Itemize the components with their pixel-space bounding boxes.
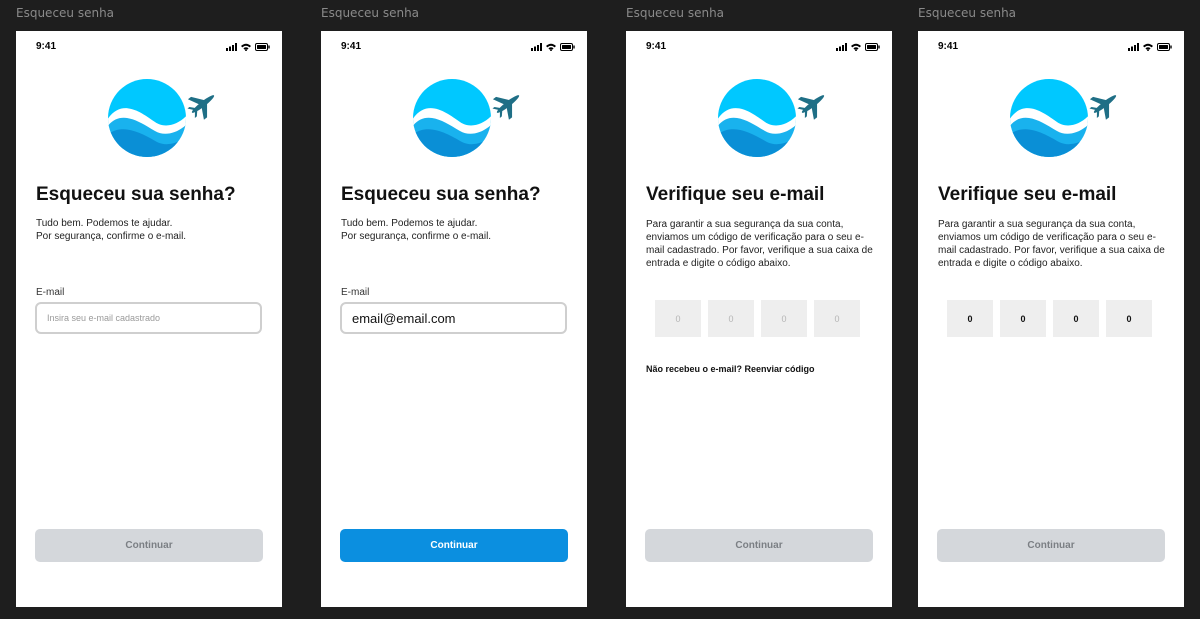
page-subtitle: Para garantir a sua segurança da sua con… bbox=[938, 219, 1165, 269]
code-digit-1[interactable]: 0 bbox=[947, 300, 993, 337]
status-bar: 9:41 bbox=[341, 41, 575, 55]
status-icons bbox=[1128, 42, 1172, 52]
globe-plane-logo bbox=[108, 79, 215, 157]
code-digit-3[interactable]: 0 bbox=[1053, 300, 1099, 337]
status-bar: 9:41 bbox=[36, 41, 270, 55]
code-digit-4[interactable]: 0 bbox=[1106, 300, 1152, 337]
signal-icon bbox=[531, 43, 542, 51]
wifi-icon bbox=[851, 43, 861, 51]
status-icons bbox=[836, 42, 880, 52]
verification-code-row: 0 0 0 0 bbox=[947, 300, 1152, 337]
code-digit-2[interactable]: 0 bbox=[1000, 300, 1046, 337]
page-subtitle: Para garantir a sua segurança da sua con… bbox=[646, 219, 873, 269]
page-subtitle: Tudo bem. Podemos te ajudar. Por seguran… bbox=[341, 218, 492, 242]
continue-button[interactable]: Continuar bbox=[645, 529, 873, 562]
frame-label-4: Esqueceu senha bbox=[918, 6, 1017, 20]
screen-verify-email-filled: 9:41 Verifique seu e-mail Para garantir … bbox=[918, 31, 1184, 607]
resend-code-link[interactable]: Não recebeu o e-mail? Reenviar código bbox=[646, 364, 815, 374]
screen-forgot-password-empty: 9:41 Esqueceu sua senha? Tudo bem. Podem… bbox=[16, 31, 282, 607]
page-title: Verifique seu e-mail bbox=[646, 184, 825, 205]
frame-label-2: Esqueceu senha bbox=[321, 6, 420, 20]
status-time: 9:41 bbox=[938, 41, 959, 52]
email-label: E-mail bbox=[36, 287, 65, 298]
plane-icon bbox=[187, 95, 215, 120]
page-title: Verifique seu e-mail bbox=[938, 184, 1117, 205]
screen-forgot-password-filled: 9:41 Esqueceu sua senha? Tudo bem. Podem… bbox=[321, 31, 587, 607]
battery-icon bbox=[255, 43, 270, 51]
plane-icon bbox=[492, 95, 520, 120]
plane-icon bbox=[1089, 95, 1117, 120]
email-input[interactable]: Insira seu e-mail cadastrado bbox=[35, 302, 262, 334]
continue-button[interactable]: Continuar bbox=[340, 529, 568, 562]
page-title: Esqueceu sua senha? bbox=[36, 184, 236, 205]
wifi-icon bbox=[241, 43, 251, 51]
plane-icon bbox=[797, 95, 825, 120]
email-placeholder: Insira seu e-mail cadastrado bbox=[47, 313, 161, 323]
status-time: 9:41 bbox=[646, 41, 667, 52]
page-subtitle: Tudo bem. Podemos te ajudar. Por seguran… bbox=[36, 218, 187, 242]
signal-icon bbox=[226, 43, 237, 51]
code-digit-3[interactable]: 0 bbox=[761, 300, 807, 337]
globe-plane-logo bbox=[1010, 79, 1117, 157]
code-digit-1[interactable]: 0 bbox=[655, 300, 701, 337]
status-time: 9:41 bbox=[341, 41, 362, 52]
verification-code-row: 0 0 0 0 bbox=[655, 300, 860, 337]
signal-icon bbox=[1128, 43, 1139, 51]
screen-verify-email-empty: 9:41 Verifique seu e-mail Para garantir … bbox=[626, 31, 892, 607]
status-bar: 9:41 bbox=[938, 41, 1172, 55]
globe-plane-logo bbox=[413, 79, 520, 157]
status-icons bbox=[531, 42, 575, 52]
frame-label-1: Esqueceu senha bbox=[16, 6, 115, 20]
code-digit-4[interactable]: 0 bbox=[814, 300, 860, 337]
email-label: E-mail bbox=[341, 287, 370, 298]
frame-label-3: Esqueceu senha bbox=[626, 6, 725, 20]
wifi-icon bbox=[546, 43, 556, 51]
status-bar: 9:41 bbox=[646, 41, 880, 55]
status-icons bbox=[226, 42, 270, 52]
signal-icon bbox=[836, 43, 847, 51]
email-input[interactable]: email@email.com bbox=[340, 302, 567, 334]
continue-button[interactable]: Continuar bbox=[35, 529, 263, 562]
page-title: Esqueceu sua senha? bbox=[341, 184, 541, 205]
globe-plane-logo bbox=[718, 79, 825, 157]
email-value: email@email.com bbox=[352, 310, 456, 326]
battery-icon bbox=[865, 43, 880, 51]
status-time: 9:41 bbox=[36, 41, 57, 52]
code-digit-2[interactable]: 0 bbox=[708, 300, 754, 337]
wifi-icon bbox=[1143, 43, 1153, 51]
continue-button[interactable]: Continuar bbox=[937, 529, 1165, 562]
battery-icon bbox=[1157, 43, 1172, 51]
battery-icon bbox=[560, 43, 575, 51]
